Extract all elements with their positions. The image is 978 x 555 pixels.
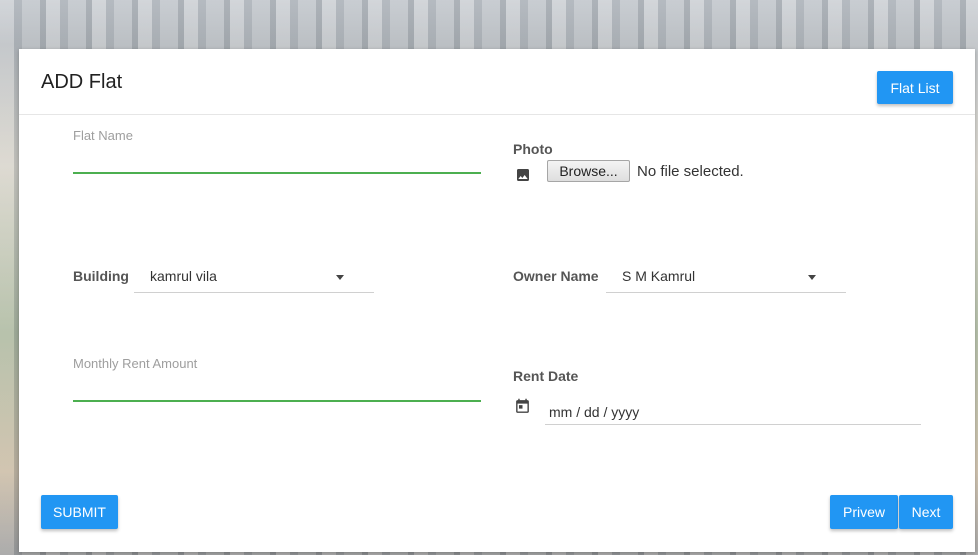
building-select[interactable]: kamrul vila (134, 259, 374, 293)
card-header: ADD Flat Flat List (19, 49, 975, 115)
browse-button[interactable]: Browse... (547, 160, 630, 182)
flat-name-input[interactable] (73, 145, 481, 175)
owner-selected-value: S M Kamrul (622, 268, 696, 284)
calendar-icon (514, 398, 531, 420)
caret-down-icon (336, 275, 344, 280)
owner-name-label: Owner Name (513, 268, 599, 284)
caret-down-icon (808, 275, 816, 280)
photo-label: Photo (513, 141, 553, 157)
rent-date-placeholder: mm / dd / yyyy (549, 404, 640, 420)
building-selected-value: kamrul vila (150, 268, 217, 284)
flat-name-label: Flat Name (73, 128, 133, 143)
page-title: ADD Flat (41, 71, 123, 93)
rent-date-label: Rent Date (513, 368, 579, 384)
rent-date-input[interactable]: mm / dd / yyyy (545, 397, 921, 425)
file-status: No file selected. (637, 163, 744, 180)
add-flat-card: ADD Flat Flat List Flat Name Photo Brows… (19, 49, 975, 552)
submit-button[interactable]: SUBMIT (41, 495, 118, 529)
building-label: Building (73, 268, 129, 284)
monthly-rent-label: Monthly Rent Amount (73, 356, 198, 371)
owner-name-select[interactable]: S M Kamrul (606, 259, 846, 293)
preview-button[interactable]: Privew (830, 495, 898, 529)
flat-name-underline (73, 172, 481, 174)
image-icon (515, 167, 531, 188)
next-button[interactable]: Next (899, 495, 953, 529)
monthly-rent-underline (73, 400, 481, 402)
flat-list-button[interactable]: Flat List (877, 71, 953, 104)
monthly-rent-input[interactable] (73, 373, 481, 403)
